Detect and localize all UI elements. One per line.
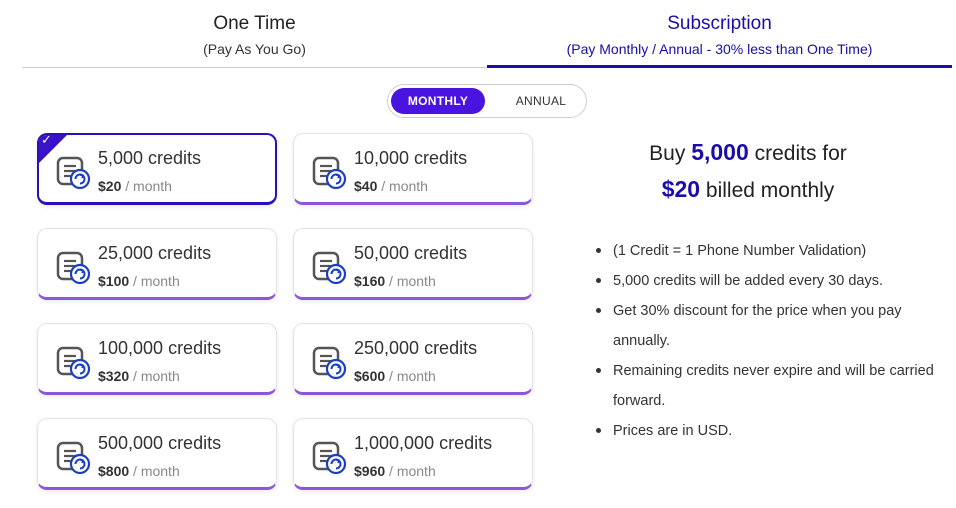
summary-credits-amount: 5,000 (691, 139, 749, 165)
summary-credits-for-label: credits for (754, 142, 847, 165)
plan-period: / month (381, 178, 428, 194)
plan-card[interactable]: 100,000 credits $320 / month (37, 323, 277, 395)
plan-price: $600 (354, 368, 386, 384)
plan-price-line: $160 / month (354, 273, 436, 289)
list-item: (1 Credit = 1 Phone Number Validation) (594, 236, 934, 266)
tab-subscription-subtitle: (Pay Monthly / Annual - 30% less than On… (566, 41, 873, 57)
plan-credits: 5,000 credits (98, 148, 202, 168)
summary-billing-label: billed monthly (705, 179, 835, 202)
plan-price-line: $600 / month (354, 368, 436, 384)
credit-refresh-icon (56, 251, 91, 285)
summary-credits-line: Buy 5,000 credits for (588, 136, 908, 170)
plan-card[interactable]: 500,000 credits $800 / month (37, 418, 277, 490)
plan-price: $20 (98, 178, 122, 194)
plan-period: / month (389, 463, 436, 479)
plan-credits: 50,000 credits (354, 243, 468, 263)
plan-price-line: $320 / month (98, 368, 180, 384)
tab-one-time-title: One Time (213, 13, 296, 34)
plan-credits: 25,000 credits (98, 243, 212, 263)
list-item: 5,000 credits will be added every 30 day… (594, 266, 934, 296)
plan-price: $100 (98, 273, 130, 289)
plan-credits: 1,000,000 credits (354, 433, 493, 453)
plan-credits: 10,000 credits (354, 148, 468, 168)
plan-credits: 250,000 credits (354, 338, 478, 358)
tab-one-time-subtitle: (Pay As You Go) (203, 41, 306, 57)
purchase-summary: Buy 5,000 credits for $20 billed monthly (588, 136, 908, 208)
credit-refresh-icon (56, 441, 91, 475)
plan-price-line: $960 / month (354, 463, 436, 479)
credit-refresh-icon (56, 346, 91, 380)
plan-price: $320 (98, 368, 130, 384)
plan-period: / month (389, 368, 436, 384)
checkmark-icon: ✓ (41, 133, 52, 147)
plan-period: / month (133, 368, 180, 384)
plan-period: / month (133, 463, 180, 479)
plan-period: / month (133, 273, 180, 289)
plan-card[interactable]: 250,000 credits $600 / month (293, 323, 533, 395)
plan-price: $40 (354, 178, 378, 194)
plan-card[interactable]: 25,000 credits $100 / month (37, 228, 277, 300)
list-item: Get 30% discount for the price when you … (594, 296, 934, 356)
plan-credits: 500,000 credits (98, 433, 222, 453)
list-item: Remaining credits never expire and will … (594, 356, 934, 416)
plan-card[interactable]: ✓ 5,000 credits $20 / month (37, 133, 277, 205)
plan-price-line: $100 / month (98, 273, 180, 289)
plan-price-line: $40 / month (354, 178, 428, 194)
credit-refresh-icon (56, 156, 91, 190)
monthly-toggle-button[interactable]: MONTHLY (391, 88, 485, 114)
annual-toggle-button[interactable]: ANNUAL (494, 88, 588, 114)
plan-price-line: $800 / month (98, 463, 180, 479)
plan-price: $800 (98, 463, 130, 479)
credit-refresh-icon (312, 346, 347, 380)
credit-refresh-icon (312, 251, 347, 285)
plan-details-list: (1 Credit = 1 Phone Number Validation) 5… (594, 236, 934, 446)
tab-subscription[interactable]: Subscription (Pay Monthly / Annual - 30%… (487, 0, 952, 68)
plan-card[interactable]: 1,000,000 credits $960 / month (293, 418, 533, 490)
plan-credits: 100,000 credits (98, 338, 222, 358)
credit-refresh-icon (312, 156, 347, 190)
plan-price: $160 (354, 273, 386, 289)
plan-period: / month (125, 178, 172, 194)
summary-price: $20 (661, 176, 701, 202)
plan-period: / month (389, 273, 436, 289)
plan-card[interactable]: 50,000 credits $160 / month (293, 228, 533, 300)
plan-card[interactable]: 10,000 credits $40 / month (293, 133, 533, 205)
list-item: Prices are in USD. (594, 416, 934, 446)
billing-period-toggle: MONTHLY ANNUAL (387, 84, 587, 118)
tab-one-time[interactable]: One Time (Pay As You Go) (22, 0, 487, 68)
plan-price: $960 (354, 463, 386, 479)
plan-price-line: $20 / month (98, 178, 172, 194)
tab-subscription-title: Subscription (667, 13, 772, 34)
summary-buy-label: Buy (649, 142, 686, 165)
summary-price-line: $20 billed monthly (588, 172, 908, 208)
credit-refresh-icon (312, 441, 347, 475)
